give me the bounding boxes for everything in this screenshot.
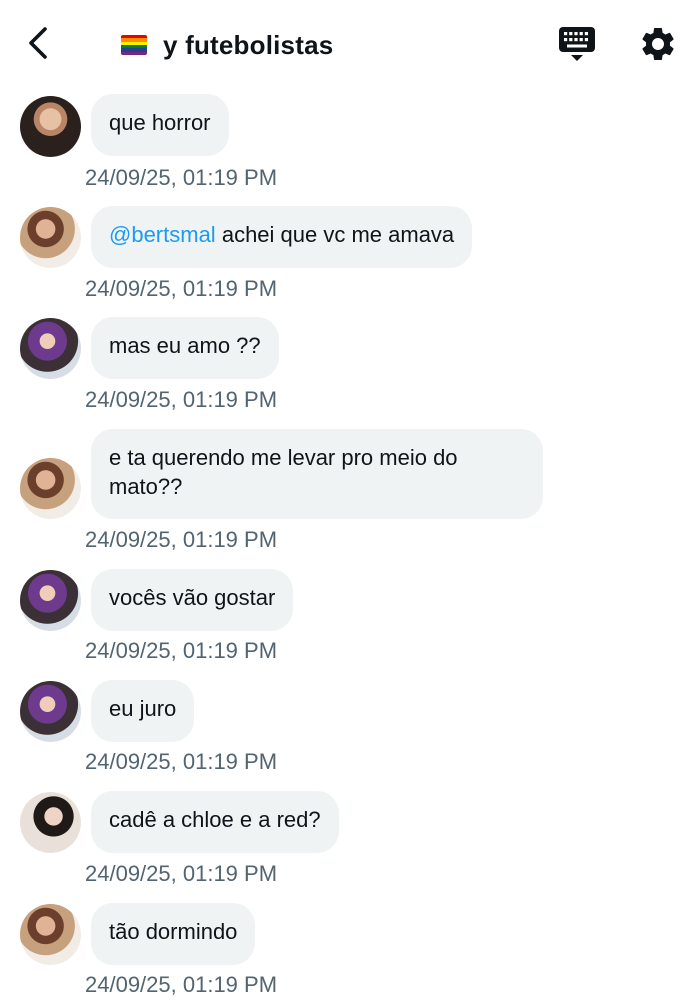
avatar[interactable] [20,681,81,742]
message-bubble[interactable]: tão dormindo [91,903,256,965]
avatar[interactable] [20,207,81,268]
settings-button[interactable] [638,24,678,64]
conversation-header: y futebolistas [0,0,699,88]
message-bubble[interactable]: @bertsmal achei que vc me amava [91,206,473,268]
back-button[interactable] [22,24,52,62]
message-list[interactable]: que horror 24/09/25, 01:19 PM @bertsmal … [0,88,699,1000]
message-timestamp: 24/09/25, 01:19 PM [85,527,278,552]
avatar[interactable] [20,96,81,157]
avatar[interactable] [20,458,81,519]
gear-icon [642,28,674,60]
rainbow-flag-icon [121,35,147,55]
keyboard-button[interactable] [557,24,597,64]
message-text: cadê a chloe e a red? [109,807,321,832]
user-mention-link[interactable]: @bertsmal [109,222,216,247]
message-timestamp: 24/09/25, 01:19 PM [85,749,278,774]
message-bubble[interactable]: cadê a chloe e a red? [91,791,339,853]
avatar[interactable] [20,904,81,965]
message-bubble[interactable]: e ta querendo me levar pro meio do mato?… [91,429,543,519]
avatar[interactable] [20,318,81,379]
avatar[interactable] [20,570,81,631]
avatar[interactable] [20,792,81,853]
message-timestamp: 24/09/25, 01:19 PM [85,972,278,997]
message-text: mas eu amo ?? [109,333,261,358]
message-text: que horror [109,110,211,135]
message-bubble[interactable]: vocês vão gostar [91,569,294,631]
message-timestamp: 24/09/25, 01:19 PM [85,276,278,301]
keyboard-icon [559,27,595,61]
message-text: tão dormindo [109,919,238,944]
message-text: achei que vc me amava [221,222,455,247]
message-timestamp: 24/09/25, 01:19 PM [85,861,278,886]
message-text: e ta querendo me levar pro meio do mato?… [109,445,458,499]
conversation-title: y futebolistas [163,29,334,60]
message-bubble[interactable]: que horror [91,94,229,156]
message-timestamp: 24/09/25, 01:19 PM [85,387,278,412]
conversation-title-group[interactable]: y futebolistas [121,26,333,64]
message-text: eu juro [109,696,177,721]
message-bubble[interactable]: eu juro [91,680,195,742]
message-timestamp: 24/09/25, 01:19 PM [85,638,278,663]
chevron-left-icon [29,27,47,59]
message-timestamp: 24/09/25, 01:19 PM [85,165,278,190]
message-text: vocês vão gostar [109,585,276,610]
message-bubble[interactable]: mas eu amo ?? [91,317,279,379]
